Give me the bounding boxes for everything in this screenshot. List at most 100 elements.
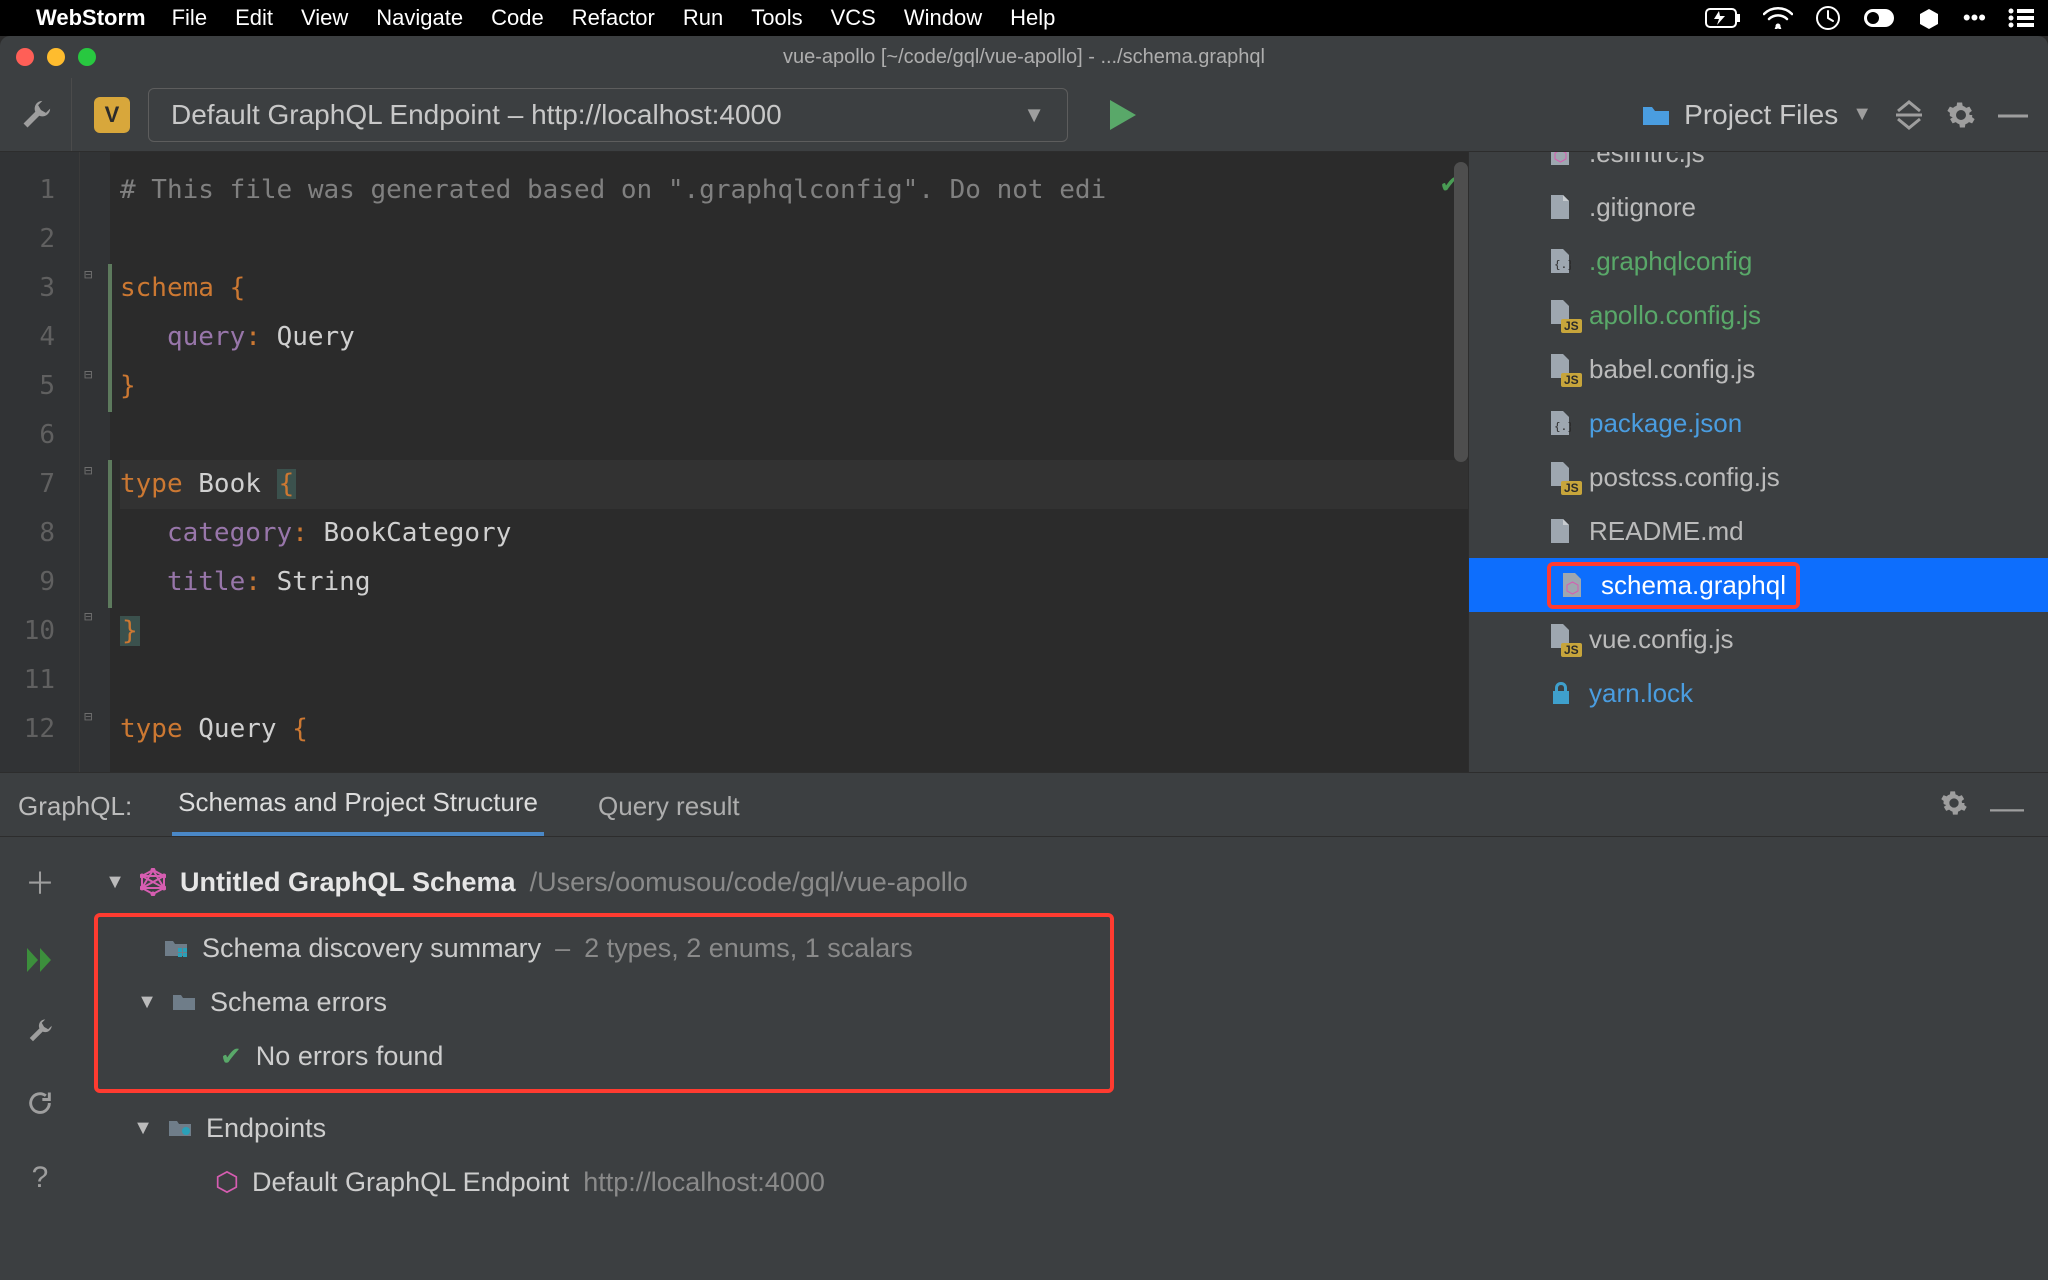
menu-window[interactable]: Window bbox=[904, 5, 982, 31]
clock-icon[interactable] bbox=[1815, 5, 1841, 31]
file-icon bbox=[1549, 680, 1575, 706]
graphql-schema-tree[interactable]: ▼ Untitled GraphQL Schema /Users/oomusou… bbox=[80, 837, 2048, 1280]
schema-path: /Users/oomusou/code/gql/vue-apollo bbox=[530, 867, 968, 898]
panel-title: GraphQL: bbox=[18, 777, 132, 836]
tree-item--eslintrc-js[interactable]: .eslintrc.js bbox=[1469, 152, 2048, 180]
project-tree[interactable]: .eslintrc.js .gitignore {.} .graphqlconfig J… bbox=[1468, 152, 2048, 772]
help-button[interactable]: ? bbox=[32, 1161, 49, 1195]
graphql-tool-window: GraphQL: Schemas and Project Structure Q… bbox=[0, 772, 2048, 1280]
tree-item-label: .eslintrc.js bbox=[1589, 152, 1705, 169]
endpoint-item-row[interactable]: Default GraphQL Endpoint http://localhos… bbox=[104, 1155, 2024, 1209]
window-close-button[interactable] bbox=[16, 48, 34, 66]
tree-item-yarn-lock[interactable]: yarn.lock bbox=[1469, 666, 2048, 720]
menu-view[interactable]: View bbox=[301, 5, 348, 31]
more-icon[interactable]: ••• bbox=[1963, 5, 1986, 31]
tree-item-postcss-config-js[interactable]: JSpostcss.config.js bbox=[1469, 450, 2048, 504]
scope-guide bbox=[108, 460, 112, 608]
menu-navigate[interactable]: Navigate bbox=[376, 5, 463, 31]
file-icon bbox=[1549, 518, 1575, 544]
menu-file[interactable]: File bbox=[172, 5, 207, 31]
file-icon bbox=[1549, 194, 1575, 220]
code-editor[interactable]: 123456789101112 ⊟ ⊟ ⊟ ⊟ ⊟ # This file wa… bbox=[0, 152, 1468, 772]
endpoint-selector[interactable]: Default GraphQL Endpoint – http://localh… bbox=[148, 88, 1068, 142]
code-content[interactable]: # This file was generated based on ".gra… bbox=[110, 152, 1468, 772]
panel-hide-icon[interactable]: — bbox=[1990, 789, 2024, 828]
tree-item--gitignore[interactable]: .gitignore bbox=[1469, 180, 2048, 234]
file-icon: JS bbox=[1549, 299, 1575, 332]
project-view-selector[interactable]: Project Files ▼ bbox=[1642, 99, 1872, 131]
summary-folder-icon bbox=[164, 938, 188, 958]
app-window: vue-apollo [~/code/gql/vue-apollo] - ...… bbox=[0, 36, 2048, 1280]
graphql-icon bbox=[140, 868, 166, 896]
schema-root-row[interactable]: ▼ Untitled GraphQL Schema /Users/oomusou… bbox=[104, 855, 2024, 909]
rerun-button[interactable] bbox=[26, 947, 54, 973]
menu-help[interactable]: Help bbox=[1010, 5, 1055, 31]
tree-item-label: package.json bbox=[1589, 408, 1742, 439]
tree-item-label: .graphqlconfig bbox=[1589, 246, 1752, 277]
graphql-icon bbox=[216, 1170, 238, 1194]
tree-item-package-json[interactable]: {.} package.json bbox=[1469, 396, 2048, 450]
window-titlebar[interactable]: vue-apollo [~/code/gql/vue-apollo] - ...… bbox=[0, 36, 2048, 78]
app-name[interactable]: WebStorm bbox=[36, 5, 146, 31]
toggle-icon[interactable] bbox=[1863, 8, 1895, 28]
settings-wrench-button[interactable] bbox=[0, 78, 72, 151]
discovery-label: Schema discovery summary bbox=[202, 933, 541, 964]
tree-item-readme-md[interactable]: README.md bbox=[1469, 504, 2048, 558]
tree-item--graphqlconfig[interactable]: {.} .graphqlconfig bbox=[1469, 234, 2048, 288]
hide-tool-window-icon[interactable]: — bbox=[1998, 98, 2028, 132]
svg-text:{.}: {.} bbox=[1554, 420, 1571, 433]
file-icon: {.} bbox=[1549, 410, 1575, 436]
menu-edit[interactable]: Edit bbox=[235, 5, 273, 31]
folder-icon bbox=[172, 992, 196, 1012]
scope-guide bbox=[108, 264, 112, 412]
file-icon: {.} bbox=[1549, 248, 1575, 274]
chevron-down-icon: ▼ bbox=[1023, 102, 1045, 128]
endpoints-label: Endpoints bbox=[206, 1113, 326, 1144]
tree-item-apollo-config-js[interactable]: JS apollo.config.js bbox=[1469, 288, 2048, 342]
variables-badge[interactable]: V bbox=[94, 97, 130, 133]
scroll-from-source-icon[interactable] bbox=[1894, 100, 1924, 130]
folder-icon bbox=[168, 1118, 192, 1138]
disclosure-down-icon[interactable]: ▼ bbox=[136, 991, 158, 1014]
window-zoom-button[interactable] bbox=[78, 48, 96, 66]
menu-code[interactable]: Code bbox=[491, 5, 544, 31]
tab-query-result[interactable]: Query result bbox=[592, 777, 746, 836]
graphql-tabs: GraphQL: Schemas and Project Structure Q… bbox=[0, 773, 2048, 837]
disclosure-down-icon[interactable]: ▼ bbox=[132, 1117, 154, 1140]
tree-item-babel-config-js[interactable]: JSbabel.config.js bbox=[1469, 342, 2048, 396]
errors-row[interactable]: ▼ Schema errors bbox=[80, 975, 1100, 1029]
edit-wrench-button[interactable] bbox=[26, 1017, 54, 1045]
restart-button[interactable] bbox=[26, 1089, 54, 1117]
tree-item-vue-config-js[interactable]: JSvue.config.js bbox=[1469, 612, 2048, 666]
tree-item-label: postcss.config.js bbox=[1589, 462, 1780, 493]
toolbox-icon[interactable] bbox=[1917, 6, 1941, 30]
endpoint-selector-label: Default GraphQL Endpoint – http://localh… bbox=[171, 99, 782, 131]
endpoint-url: http://localhost:4000 bbox=[583, 1167, 825, 1198]
editor-scrollbar[interactable] bbox=[1454, 162, 1468, 462]
add-button[interactable]: ＋ bbox=[25, 859, 55, 903]
tab-schemas[interactable]: Schemas and Project Structure bbox=[172, 773, 544, 836]
run-query-button[interactable] bbox=[1108, 98, 1138, 132]
endpoints-row[interactable]: ▼ Endpoints bbox=[76, 1101, 2024, 1155]
tree-item-label: .gitignore bbox=[1589, 192, 1696, 223]
endpoint-name: Default GraphQL Endpoint bbox=[252, 1167, 569, 1198]
menu-refactor[interactable]: Refactor bbox=[572, 5, 655, 31]
chevron-down-icon: ▼ bbox=[1852, 103, 1872, 126]
battery-icon[interactable] bbox=[1705, 8, 1741, 28]
discovery-row[interactable]: Schema discovery summary – 2 types, 2 en… bbox=[108, 921, 1100, 975]
tree-item-schema-graphql[interactable]: schema.graphql bbox=[1469, 558, 2048, 612]
fold-column: ⊟ ⊟ ⊟ ⊟ ⊟ bbox=[80, 152, 110, 772]
menu-list-icon[interactable] bbox=[2008, 8, 2034, 28]
tree-item-label: yarn.lock bbox=[1589, 678, 1693, 709]
tree-item-label: apollo.config.js bbox=[1589, 300, 1761, 331]
wifi-icon[interactable] bbox=[1763, 7, 1793, 29]
menu-tools[interactable]: Tools bbox=[751, 5, 802, 31]
window-minimize-button[interactable] bbox=[47, 48, 65, 66]
file-icon bbox=[1549, 152, 1575, 166]
menu-run[interactable]: Run bbox=[683, 5, 723, 31]
disclosure-down-icon[interactable]: ▼ bbox=[104, 871, 126, 894]
menu-vcs[interactable]: VCS bbox=[831, 5, 876, 31]
panel-settings-gear-icon[interactable] bbox=[1940, 789, 1968, 817]
schema-title: Untitled GraphQL Schema bbox=[180, 867, 516, 898]
settings-gear-icon[interactable] bbox=[1946, 100, 1976, 130]
